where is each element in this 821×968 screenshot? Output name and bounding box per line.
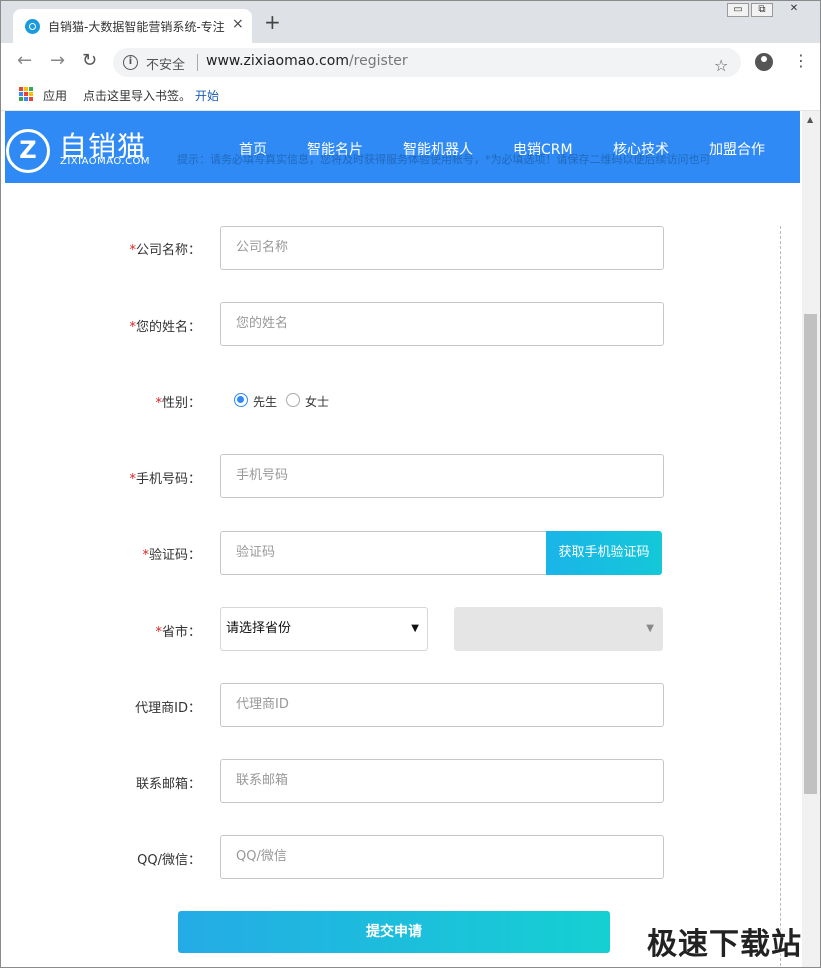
url-text[interactable]: www.zixiaomao.com/register	[206, 53, 408, 69]
nav-franchise[interactable]: 加盟合作	[709, 139, 765, 159]
logo-subtitle: ZIXIAOMAO.COM	[60, 156, 151, 167]
address-separator	[197, 54, 198, 71]
email-label: 联系邮箱：	[135, 777, 201, 792]
nav-home[interactable]: 首页	[239, 139, 267, 159]
new-tab-button[interactable]: +	[264, 12, 281, 32]
close-window-button[interactable]: ✕	[775, 3, 813, 17]
scroll-thumb[interactable]	[804, 314, 817, 794]
qq-wechat-input[interactable]: QQ/微信	[220, 835, 664, 879]
profile-avatar-icon[interactable]	[755, 53, 773, 71]
name-label-text: 您的姓名：	[135, 320, 201, 335]
reload-icon[interactable]: ↻	[82, 51, 97, 71]
browser-window: 自销猫-大数据智能营销系统-专注 × + ▭ ⧉ ✕ ← → ↻ i 不安全 w…	[0, 0, 821, 968]
watermark-text: 极速下载站	[647, 927, 802, 962]
browser-menu-icon[interactable]: ⋮	[793, 52, 809, 70]
apps-grid-dot	[19, 97, 23, 101]
info-icon[interactable]: i	[123, 55, 138, 70]
nav-smart-robot[interactable]: 智能机器人	[403, 139, 473, 159]
forward-arrow-icon[interactable]: →	[50, 51, 65, 71]
code-label: *验证码：	[142, 544, 201, 563]
gender-male-label[interactable]: 先生	[253, 393, 277, 410]
dashed-divider	[780, 226, 781, 966]
bookmark-import-hint: 点击这里导入书签。	[83, 89, 192, 103]
agent-id-input[interactable]: 代理商ID	[220, 683, 664, 727]
email-input[interactable]: 联系邮箱	[220, 759, 664, 803]
apps-grid-dot	[19, 87, 23, 91]
maximize-button[interactable]: ⧉	[751, 3, 773, 17]
company-label: *公司名称：	[129, 239, 201, 258]
close-tab-icon[interactable]: ×	[232, 16, 244, 32]
apps-grid-dot	[29, 92, 33, 96]
phone-label-text: 手机号码：	[135, 472, 201, 487]
region-label-text: 省市：	[161, 625, 201, 640]
province-select-value: 请选择省份	[226, 621, 292, 636]
chevron-down-icon: ▼	[646, 623, 654, 634]
minimize-button[interactable]: ▭	[727, 3, 749, 17]
gender-label-text: 性别：	[161, 396, 201, 411]
address-bar[interactable]: i 不安全 www.zixiaomao.com/register ☆	[113, 48, 741, 77]
gender-female-radio[interactable]	[286, 393, 300, 407]
page-scrollbar[interactable]: ▲	[802, 111, 820, 967]
logo-z-icon[interactable]: Z	[6, 129, 50, 173]
browser-tab[interactable]: 自销猫-大数据智能营销系统-专注 ×	[13, 9, 252, 43]
bookmarks-bar: 应用 点击这里导入书签。 开始	[1, 81, 820, 111]
bookmark-apps[interactable]: 应用	[43, 87, 67, 104]
tab-title: 自销猫-大数据智能营销系统-专注	[48, 20, 225, 34]
gender-male-radio[interactable]	[234, 393, 248, 407]
code-label-text: 验证码：	[148, 548, 201, 563]
tab-strip: 自销猫-大数据智能营销系统-专注 × + ▭ ⧉ ✕	[1, 1, 820, 43]
bookmark-import-start-link[interactable]: 开始	[195, 87, 219, 104]
nav-crm[interactable]: 电销CRM	[513, 139, 573, 159]
apps-grid-dot	[24, 87, 28, 91]
name-input[interactable]: 您的姓名	[220, 302, 664, 346]
apps-grid-dot	[29, 87, 33, 91]
site-favicon-icon	[25, 19, 40, 34]
phone-input[interactable]: 手机号码	[220, 454, 664, 498]
company-input[interactable]: 公司名称	[220, 226, 664, 270]
url-host: www.zixiaomao.com	[206, 53, 349, 69]
nav-smart-card[interactable]: 智能名片	[307, 139, 363, 159]
browser-toolbar: ← → ↻ i 不安全 www.zixiaomao.com/register ☆…	[1, 43, 820, 81]
page-viewport: Z 自销猫 ZIXIAOMAO.COM 提示：请务必填写真实信息，您将及时获得服…	[1, 111, 804, 967]
site-header: Z 自销猫 ZIXIAOMAO.COM 提示：请务必填写真实信息，您将及时获得服…	[5, 111, 800, 183]
qq-label: QQ/微信：	[137, 853, 201, 868]
scroll-up-arrow-icon[interactable]: ▲	[807, 115, 813, 124]
region-label: *省市：	[155, 621, 201, 640]
code-input[interactable]: 验证码	[220, 531, 550, 575]
chevron-down-icon: ▼	[411, 623, 419, 634]
company-label-text: 公司名称：	[135, 243, 201, 258]
phone-label: *手机号码：	[129, 468, 201, 487]
agent-label: 代理商ID：	[135, 701, 201, 716]
security-label: 不安全	[146, 58, 186, 73]
gender-label: *性别：	[155, 392, 201, 411]
bookmark-star-icon[interactable]: ☆	[714, 57, 728, 75]
name-label: *您的姓名：	[129, 316, 201, 335]
back-arrow-icon[interactable]: ←	[17, 51, 32, 71]
get-code-button[interactable]: 获取手机验证码	[546, 531, 662, 575]
province-select[interactable]: 请选择省份 ▼	[220, 607, 428, 651]
submit-button[interactable]: 提交申请	[178, 911, 610, 953]
apps-grid-dot	[29, 97, 33, 101]
url-path: /register	[348, 53, 408, 69]
apps-grid-icon[interactable]	[19, 87, 33, 101]
nav-core-tech[interactable]: 核心技术	[613, 139, 669, 159]
apps-grid-dot	[24, 92, 28, 96]
apps-grid-dot	[24, 97, 28, 101]
city-select[interactable]: ▼	[454, 607, 663, 651]
gender-female-label[interactable]: 女士	[305, 393, 329, 410]
apps-grid-dot	[19, 92, 23, 96]
